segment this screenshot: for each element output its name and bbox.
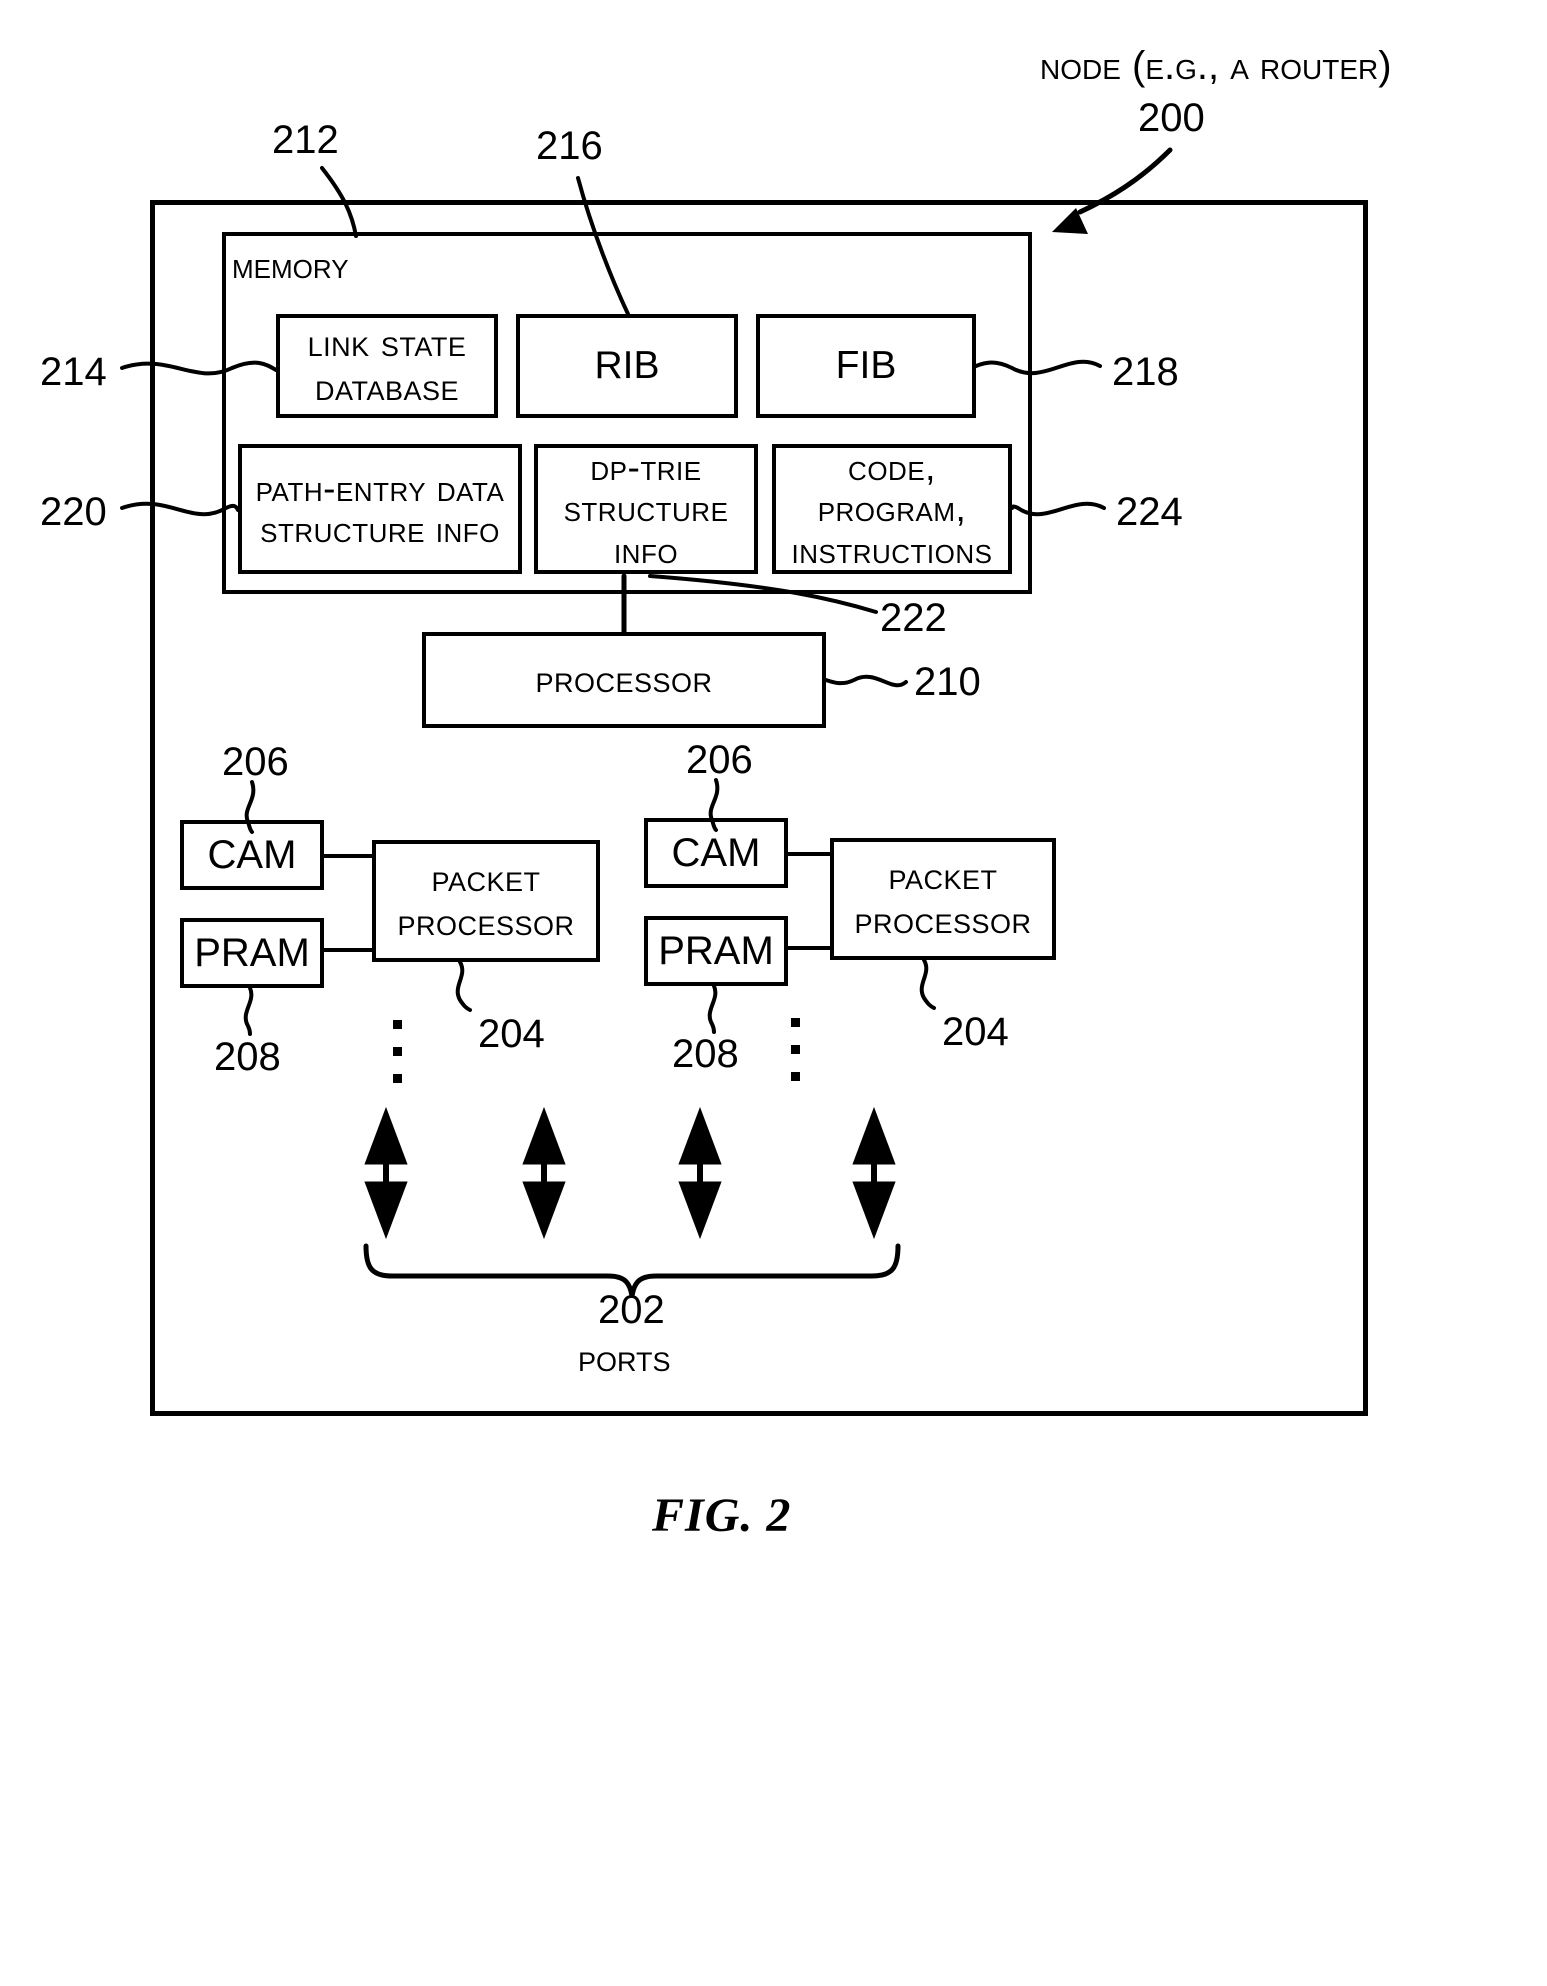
processor-ref-210: 210 [914, 660, 981, 704]
vertical-ellipsis-2 [790, 1018, 800, 1081]
memory-item-fib: FIB [756, 314, 976, 418]
pram-label-1: PRAM [194, 930, 310, 975]
dp-trie-structure-info-label: DP-trie Structure Info [563, 446, 729, 571]
code-program-ref-224: 224 [1116, 490, 1183, 534]
node-ref-200: 200 [1138, 96, 1205, 140]
memory-item-path-entry-data-structure-info: Path-entry Data Structure Info [238, 444, 522, 574]
pram-ref-208-1: 208 [214, 1035, 281, 1079]
memory-ref-212: 212 [272, 118, 339, 162]
dp-trie-ref-222: 222 [880, 596, 947, 640]
processor-label: Processor [535, 658, 713, 702]
memory-item-link-state-database: Link State Database [276, 314, 498, 418]
packet-processor-label-2: Packet Processor [854, 855, 1032, 942]
packet-processor-box-2: Packet Processor [830, 838, 1056, 960]
link-state-database-label: Link State Database [307, 322, 467, 409]
fib-label: FIB [835, 344, 897, 387]
memory-item-dp-trie-structure-info: DP-trie Structure Info [534, 444, 758, 574]
ports-ref-202: 202 [598, 1288, 665, 1332]
path-entry-ref-220: 220 [40, 490, 107, 534]
packet-processor-label-1: Packet Processor [397, 857, 575, 944]
cam-box-1: CAM [180, 820, 324, 890]
cam-label-2: CAM [671, 830, 761, 875]
pram-box-2: PRAM [644, 916, 788, 986]
pram-label-2: PRAM [658, 928, 774, 973]
cam-ref-206-1: 206 [222, 740, 289, 784]
memory-label: Memory [232, 245, 349, 286]
processor-box: Processor [422, 632, 826, 728]
path-entry-data-structure-info-label: Path-entry Data Structure Info [255, 467, 505, 550]
memory-item-rib: RIB [516, 314, 738, 418]
link-state-database-ref-214: 214 [40, 350, 107, 394]
fib-ref-218: 218 [1112, 350, 1179, 394]
node-title-label: Node (e.g., a Router) [1040, 44, 1392, 88]
patent-figure-page: Node (e.g., a Router) 200 Memory Link St… [0, 0, 1547, 1986]
pram-box-1: PRAM [180, 918, 324, 988]
vertical-ellipsis-1 [392, 1020, 402, 1083]
cam-label-1: CAM [207, 832, 297, 877]
rib-label: RIB [594, 344, 660, 387]
rib-ref-216: 216 [536, 124, 603, 168]
packet-processor-ref-204-2: 204 [942, 1010, 1009, 1054]
figure-caption: FIG. 2 [652, 1489, 792, 1542]
packet-processor-box-1: Packet Processor [372, 840, 600, 962]
pram-ref-208-2: 208 [672, 1032, 739, 1076]
memory-item-code-program-instructions: Code, Program, Instructions [772, 444, 1012, 574]
cam-ref-206-2: 206 [686, 738, 753, 782]
code-program-instructions-label: Code, Program, Instructions [791, 446, 993, 571]
cam-box-2: CAM [644, 818, 788, 888]
ports-label: Ports [578, 1338, 671, 1380]
packet-processor-ref-204-1: 204 [478, 1012, 545, 1056]
